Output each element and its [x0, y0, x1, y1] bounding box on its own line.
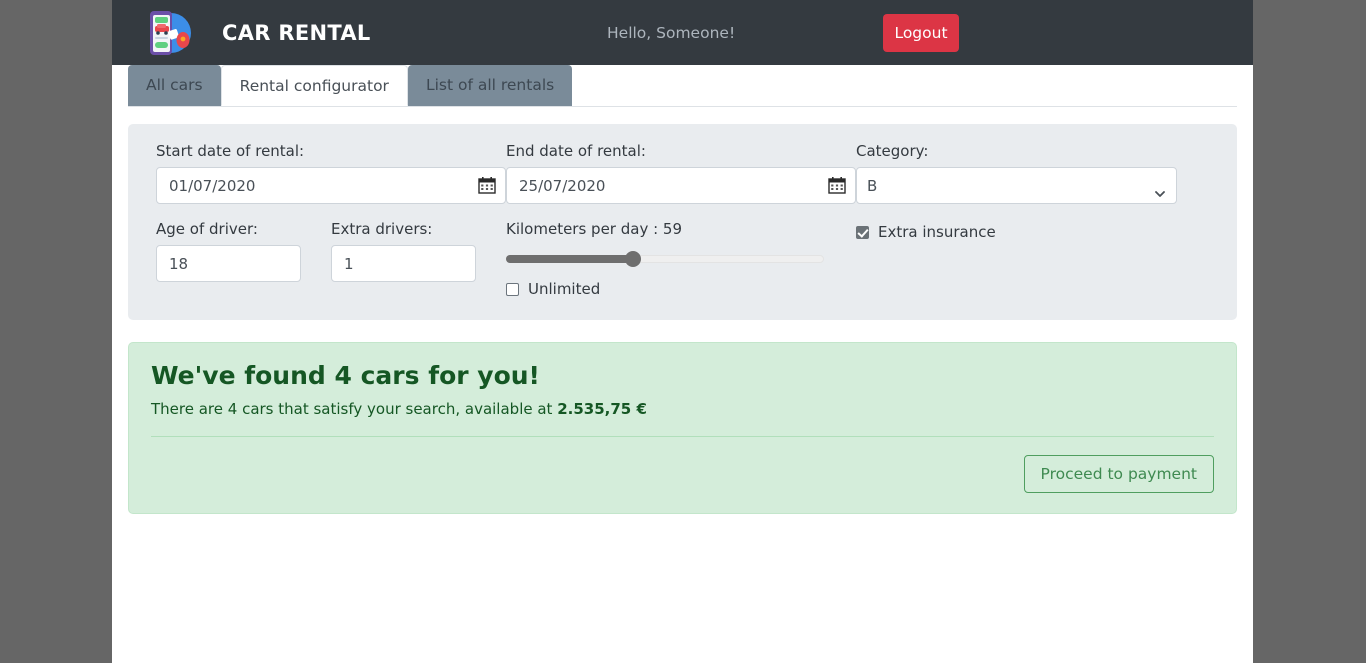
brand[interactable]: CAR RENTAL — [140, 7, 371, 59]
results-description: There are 4 cars that satisfy your searc… — [151, 400, 1214, 418]
configurator-row-1: Start date of rental: 01/07/2020 End dat… — [156, 142, 1209, 204]
user-greeting: Hello, Someone! — [607, 23, 736, 42]
start-date-input-wrap — [156, 167, 506, 204]
alert-divider — [151, 436, 1214, 437]
unlimited-checkbox-row[interactable]: Unlimited — [506, 280, 856, 298]
age-of-driver-input[interactable] — [156, 245, 301, 282]
extra-drivers-group: Extra drivers: — [331, 220, 506, 298]
category-label: Category: — [856, 142, 929, 160]
logout-button[interactable]: Logout — [883, 14, 959, 52]
results-description-text: There are 4 cars that satisfy your searc… — [151, 400, 558, 418]
configurator-row-2: Age of driver: Extra drivers: Kilometers… — [156, 220, 1209, 298]
extra-insurance-group: Extra insurance — [856, 220, 1177, 298]
end-date-label: End date of rental: — [506, 142, 646, 160]
extra-insurance-checkbox-row[interactable]: Extra insurance — [856, 220, 1177, 241]
car-rental-app-logo-icon — [140, 7, 192, 59]
rental-configurator-panel: Start date of rental: 01/07/2020 End dat… — [128, 124, 1237, 320]
extra-insurance-checkbox[interactable] — [856, 225, 869, 239]
extra-insurance-label: Extra insurance — [878, 223, 996, 241]
app-header: CAR RENTAL Hello, Someone! Logout — [112, 0, 1253, 65]
proceed-to-payment-button[interactable]: Proceed to payment — [1023, 455, 1214, 493]
extra-drivers-label: Extra drivers: — [331, 220, 433, 238]
kilometers-group: Kilometers per day : 59 Unlimited — [506, 220, 856, 298]
results-title: We've found 4 cars for you! — [151, 361, 540, 390]
category-select-wrap: B — [856, 167, 1177, 204]
tab-list-of-all-rentals[interactable]: List of all rentals — [407, 65, 573, 106]
kilometers-slider[interactable] — [506, 251, 824, 267]
page-content: CAR RENTAL Hello, Someone! Logout All ca… — [112, 0, 1253, 663]
alert-actions: Proceed to payment — [151, 455, 1214, 493]
age-of-driver-group: Age of driver: — [156, 220, 331, 298]
category-select[interactable]: B — [856, 167, 1177, 204]
tab-bar: All cars Rental configurator List of all… — [128, 65, 1237, 107]
unlimited-label: Unlimited — [528, 280, 601, 298]
extra-drivers-input[interactable] — [331, 245, 476, 282]
start-date-input[interactable] — [156, 167, 506, 204]
tab-all-cars[interactable]: All cars — [128, 65, 221, 106]
search-results-alert: We've found 4 cars for you! There are 4 … — [128, 342, 1237, 514]
slider-fill — [506, 255, 633, 263]
unlimited-checkbox[interactable] — [506, 282, 519, 296]
end-date-input[interactable] — [506, 167, 856, 204]
start-date-group: Start date of rental: — [156, 142, 506, 204]
start-date-label: Start date of rental: — [156, 142, 305, 160]
age-of-driver-label: Age of driver: — [156, 220, 258, 238]
end-date-group: End date of rental: — [506, 142, 856, 204]
results-price: 2.535,75 € — [557, 400, 647, 418]
slider-thumb[interactable] — [625, 251, 641, 267]
kilometers-label: Kilometers per day : 59 — [506, 220, 683, 238]
brand-title: CAR RENTAL — [222, 20, 371, 45]
tab-rental-configurator[interactable]: Rental configurator — [220, 65, 408, 106]
category-group: Category: B — [856, 142, 1177, 204]
end-date-input-wrap — [506, 167, 856, 204]
